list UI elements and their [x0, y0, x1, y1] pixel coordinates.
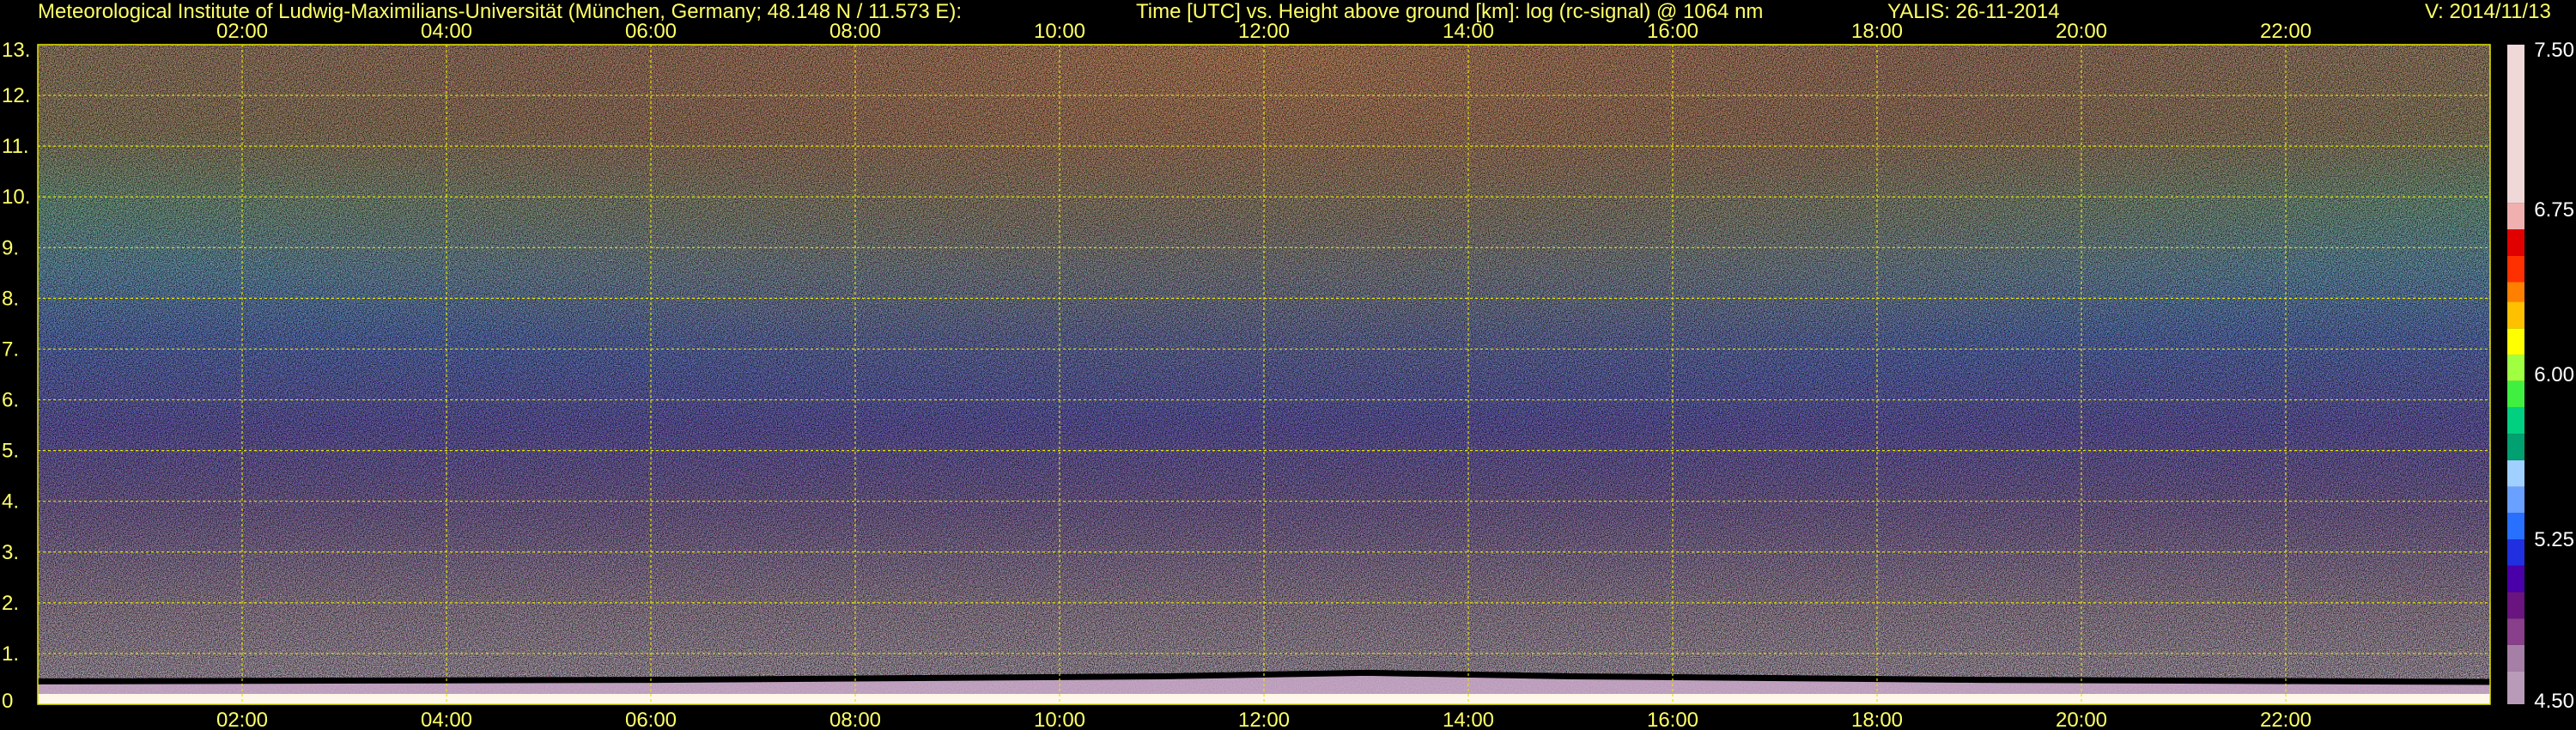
colorbar-segment: [2507, 459, 2524, 487]
x-tick-label-top: 20:00: [2056, 20, 2107, 43]
colorbar-segment: [2507, 618, 2524, 645]
x-tick-label-top: 12:00: [1238, 20, 1290, 43]
colorbar-segment: [2507, 380, 2524, 408]
y-tick-label: 0: [2, 690, 13, 713]
y-tick-label: 5.: [2, 440, 19, 463]
colorbar-segment: [2507, 354, 2524, 381]
colorbar-segment: [2507, 203, 2524, 230]
x-tick-label-bottom: 04:00: [421, 709, 472, 730]
colorbar-segment: [2507, 565, 2524, 593]
colorbar-segment: [2507, 229, 2524, 256]
colorbar-tick-label: 4.50: [2534, 690, 2574, 713]
y-tick-label: 13.: [2, 39, 30, 62]
colorbar-segment: [2507, 539, 2524, 566]
x-tick-label-bottom: 10:00: [1034, 709, 1085, 730]
colorbar-segment: [2507, 434, 2524, 460]
y-tick-label: 4.: [2, 490, 19, 514]
x-tick-label-top: 14:00: [1443, 20, 1494, 43]
x-tick-label-top: 18:00: [1851, 20, 1903, 43]
y-axis: 0 1. 2. 3. 4. 5. 6. 7. 8. 9. 10. 11. 12. 13.: [2, 39, 30, 713]
x-tick-label-top: 08:00: [829, 20, 881, 43]
x-axis-top: 02:00 04:00 06:00 08:00 10:00 12:00 14:00 16:00…: [216, 20, 2312, 43]
colorbar-segment: [2507, 255, 2524, 283]
x-tick-label-top: 10:00: [1034, 20, 1085, 43]
y-tick-label: 10.: [2, 186, 30, 209]
colorbar-tick-label: 7.50: [2534, 39, 2574, 62]
colorbar-segment: [2507, 671, 2524, 704]
y-tick-label: 3.: [2, 541, 19, 564]
colorbar-tick-label: 6.75: [2534, 198, 2574, 222]
colorbar-tick-label: 5.25: [2534, 528, 2574, 551]
y-tick-label: 7.: [2, 338, 19, 361]
x-tick-label-bottom: 22:00: [2260, 709, 2312, 730]
colorbar-segment: [2507, 592, 2524, 619]
x-axis-bottom: 02:00 04:00 06:00 08:00 10:00 12:00 14:00 16:00…: [216, 709, 2312, 730]
x-tick-label-bottom: 20:00: [2056, 709, 2107, 730]
x-tick-label-bottom: 16:00: [1647, 709, 1698, 730]
colorbar-segment: [2507, 45, 2524, 204]
x-tick-label-top: 04:00: [421, 20, 472, 43]
y-tick-label: 1.: [2, 642, 19, 666]
x-tick-label-bottom: 02:00: [216, 709, 268, 730]
colorbar-segment: [2507, 282, 2524, 302]
lidar-heatmap-chart: 02:00 04:00 06:00 08:00 10:00 12:00 14:00 16:00…: [2, 20, 2574, 730]
x-tick-label-bottom: 06:00: [625, 709, 677, 730]
plot-area: [38, 45, 2490, 704]
x-tick-label-top: 16:00: [1647, 20, 1698, 43]
y-tick-label: 9.: [2, 236, 19, 259]
colorbar-segment: [2507, 486, 2524, 514]
y-tick-label: 12.: [2, 84, 30, 107]
y-tick-label: 8.: [2, 287, 19, 310]
y-tick-label: 6.: [2, 389, 19, 412]
x-tick-label-top: 02:00: [216, 20, 268, 43]
y-tick-label: 2.: [2, 592, 19, 615]
x-tick-label-bottom: 12:00: [1238, 709, 1290, 730]
colorbar-tick-label: 6.00: [2534, 363, 2574, 386]
y-tick-label: 11.: [2, 135, 29, 158]
x-tick-label-top: 06:00: [625, 20, 677, 43]
colorbar-segment: [2507, 513, 2524, 539]
colorbar-segment: [2507, 328, 2524, 355]
x-tick-label-bottom: 14:00: [1443, 709, 1494, 730]
colorbar: [2507, 45, 2524, 704]
colorbar-segment: [2507, 407, 2524, 435]
x-tick-label-bottom: 18:00: [1851, 709, 1903, 730]
x-tick-label-bottom: 08:00: [829, 709, 881, 730]
colorbar-segment: [2507, 644, 2524, 672]
colorbar-segment: [2507, 301, 2524, 329]
x-tick-label-top: 22:00: [2260, 20, 2312, 43]
colorbar-ticks: 4.50 5.25 6.00 6.75 7.50: [2534, 39, 2574, 713]
